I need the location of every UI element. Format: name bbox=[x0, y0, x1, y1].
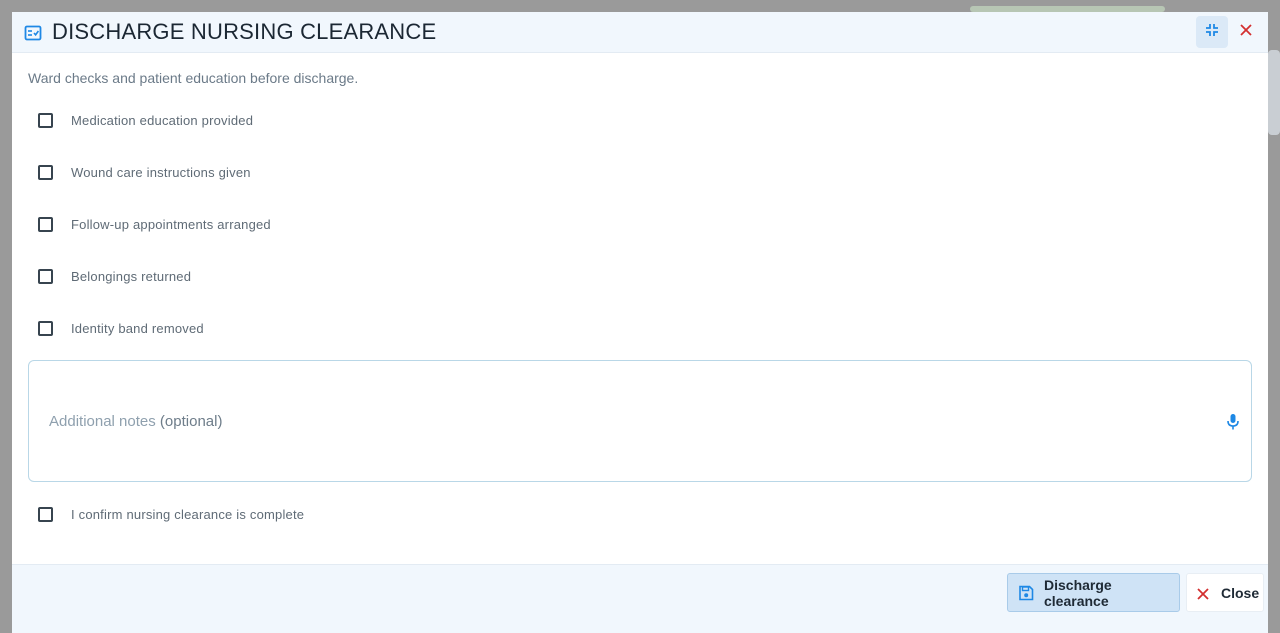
notes-optional-text: (optional) bbox=[159, 413, 223, 430]
compress-icon bbox=[1204, 22, 1220, 43]
checkbox[interactable] bbox=[38, 112, 53, 128]
checklist-item-label: Medication education provided bbox=[71, 112, 254, 128]
checklist-item-label: Wound care instructions given bbox=[71, 164, 251, 180]
discharge-clearance-button[interactable]: Discharge clearance bbox=[1007, 573, 1180, 612]
close-icon bbox=[1197, 587, 1209, 600]
checklist-item-follow-up[interactable]: Follow-up appointments arranged bbox=[38, 214, 271, 234]
checklist-item-label: Belongings returned bbox=[71, 268, 192, 284]
discharge-clearance-modal: DISCHARGE NURSING CLEARANCE Ward checks … bbox=[12, 12, 1268, 633]
checkbox[interactable] bbox=[38, 216, 53, 232]
close-label: Close bbox=[1221, 584, 1260, 601]
discharge-clearance-label: Discharge clearance bbox=[1044, 576, 1112, 609]
modal-title: DISCHARGE NURSING CLEARANCE bbox=[52, 19, 437, 44]
close-modal-button[interactable] bbox=[1236, 22, 1256, 42]
notes-label-text: Additional notes bbox=[49, 413, 156, 430]
additional-notes-field[interactable]: Additional notes (optional) bbox=[28, 360, 1252, 482]
confirm-label: I confirm nursing clearance is complete bbox=[71, 506, 305, 522]
modal-subtitle: Ward checks and patient education before… bbox=[28, 70, 359, 86]
confirm-clearance-row[interactable]: I confirm nursing clearance is complete bbox=[38, 504, 304, 524]
checklist-item-label: Follow-up appointments arranged bbox=[71, 216, 271, 232]
microphone-icon[interactable] bbox=[1225, 413, 1241, 431]
checklist-item-label: Identity band removed bbox=[71, 320, 204, 336]
close-icon bbox=[1239, 23, 1253, 42]
checkbox[interactable] bbox=[38, 164, 53, 180]
checkbox[interactable] bbox=[38, 320, 53, 336]
checklist-item-belongings[interactable]: Belongings returned bbox=[38, 266, 191, 286]
checklist-icon bbox=[24, 24, 42, 42]
minimize-button[interactable] bbox=[1196, 16, 1228, 48]
checkbox[interactable] bbox=[38, 268, 53, 284]
background-shape bbox=[1268, 50, 1280, 135]
modal-header: DISCHARGE NURSING CLEARANCE bbox=[12, 12, 1268, 53]
close-button[interactable]: Close bbox=[1186, 573, 1264, 612]
modal-footer: Discharge clearance Close bbox=[12, 564, 1268, 633]
notes-placeholder: Additional notes (optional) bbox=[49, 413, 222, 430]
checklist-item-medication[interactable]: Medication education provided bbox=[38, 110, 253, 130]
checklist-item-identity-band[interactable]: Identity band removed bbox=[38, 318, 204, 338]
checklist-item-wound-care[interactable]: Wound care instructions given bbox=[38, 162, 251, 182]
confirm-checkbox[interactable] bbox=[38, 506, 53, 522]
floppy-disk-icon bbox=[1018, 585, 1034, 601]
